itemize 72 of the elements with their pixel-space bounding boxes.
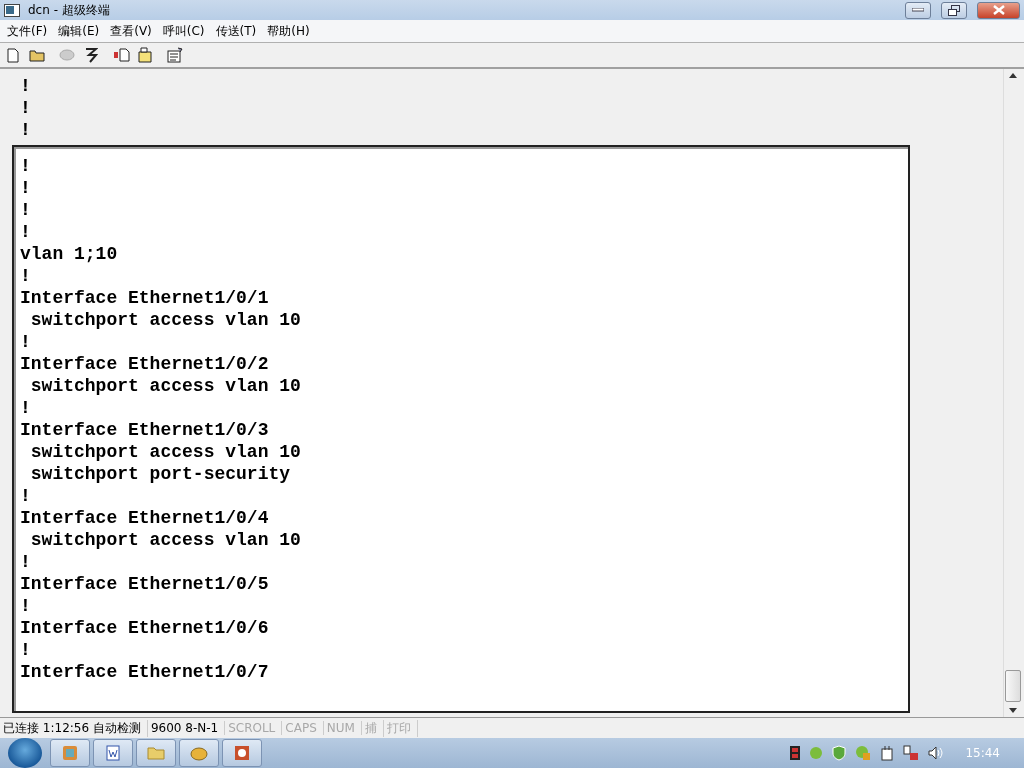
taskbar-button[interactable] [179,739,219,767]
terminal-line: Interface Ethernet1/0/4 [20,507,270,529]
properties-tool-icon[interactable] [166,46,184,64]
presentation-icon [234,745,250,761]
terminal-line: ! [20,199,32,221]
document-icon [105,745,121,761]
restore-button[interactable] [941,1,967,19]
status-pane: 9600 8-N-1 [147,721,226,735]
terminal-line: switchport access vlan 10 [29,375,302,397]
minimize-icon [912,8,924,12]
terminal-app-icon [4,3,20,17]
new-tool-icon[interactable] [4,46,22,64]
close-button[interactable] [977,1,1020,19]
status-pane: NUM [323,721,362,735]
terminal-line: ! [20,397,32,419]
status-pane: 已连接 1:12:56 自动检测 [0,719,148,737]
network-icon [903,745,920,761]
terminal-line: ! [20,485,32,507]
terminal-line: ! [20,595,32,617]
film-icon [790,746,801,760]
window-icon [62,745,78,761]
folder-icon [147,746,165,760]
terminal-line: Interface Ethernet1/0/5 [20,573,270,595]
terminal-line: ! [20,97,32,119]
menu-item[interactable]: 传送(T) [210,22,263,40]
close-icon [992,5,1005,15]
terminal-line: ! [20,75,32,97]
taskbar-button[interactable] [222,739,262,767]
clock: 15:44 [965,746,1000,760]
terminal-line: vlan 1;10 [20,243,119,265]
start-button[interactable] [8,738,42,768]
status-pane: 打印 [383,719,418,737]
minimize-button[interactable] [905,1,931,19]
terminal-line: switchport access vlan 10 [29,529,302,551]
terminal-line: switchport access vlan 10 [29,309,302,331]
scroll-down-icon[interactable] [1009,708,1017,713]
menu-item[interactable]: 帮助(H) [262,22,316,40]
scroll-up-icon[interactable] [1009,73,1017,78]
terminal-line: Interface Ethernet1/0/1 [20,287,270,309]
dot-icon [809,746,824,760]
speaker-icon [928,746,945,760]
terminal-line: ! [20,155,32,177]
scroll-thumb[interactable] [1005,670,1021,702]
taskbar-button[interactable] [50,739,90,767]
terminal-line: Interface Ethernet1/0/6 [20,617,270,639]
status-pane: SCROLL [225,721,283,735]
status-pane: CAPS [282,721,324,735]
terminal-line: Interface Ethernet1/0/2 [20,353,270,375]
terminal-line: switchport port-security [29,463,292,485]
terminal-line: Interface Ethernet1/0/3 [20,419,270,441]
menu-item[interactable]: 编辑(E) [53,22,106,40]
taskbar-button[interactable] [93,739,133,767]
scrollbar[interactable] [1003,69,1022,717]
terminal-line: ! [20,551,32,573]
terminal-line: switchport access vlan 10 [29,441,302,463]
terminal-line: Interface Ethernet1/0/7 [20,661,270,683]
terminal-line: ! [20,221,32,243]
send-tool-icon[interactable] [112,46,130,64]
menu-item[interactable]: 查看(V) [105,22,158,40]
menu-item[interactable]: 呼叫(C) [157,22,211,40]
terminal-line: ! [20,265,32,287]
terminal-line: ! [20,119,32,141]
terminal-line: ! [20,331,32,353]
status-pane: 捕 [361,719,384,737]
menu-item[interactable]: 文件(F) [2,22,54,40]
shield-icon [832,745,847,761]
restore-icon [948,4,960,16]
terminal-line: ! [20,639,32,661]
terminal-line: ! [20,177,32,199]
receive-tool-icon[interactable] [136,46,154,64]
taskbar-button[interactable] [136,739,176,767]
window-title: dcn - 超级终端 [28,1,111,19]
